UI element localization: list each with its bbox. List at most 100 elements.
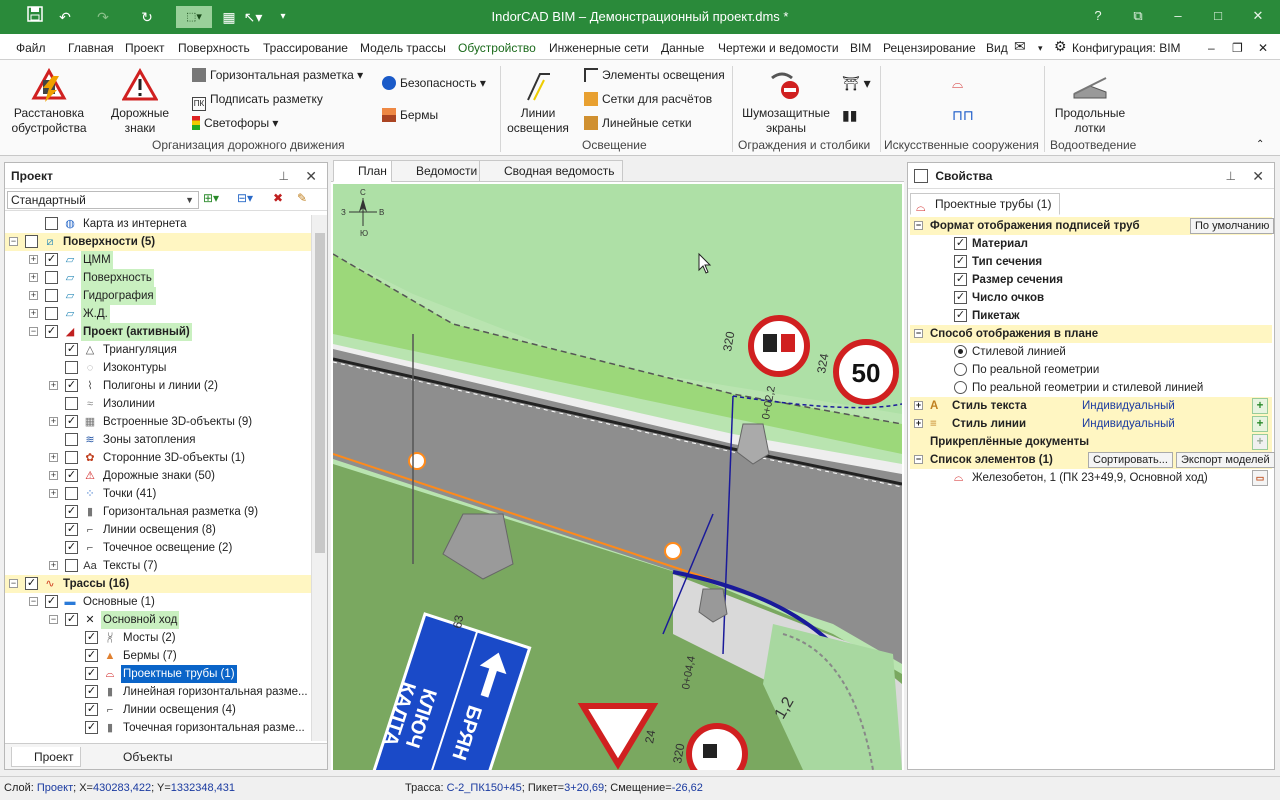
tree-row[interactable]: + ▱ Гидрография [5, 287, 311, 305]
minimize-icon[interactable]: – [1158, 0, 1198, 32]
menu-review[interactable]: Рецензирование [883, 41, 976, 55]
tree-checkbox[interactable] [25, 235, 38, 248]
overtaking-sign-lower[interactable] [686, 723, 748, 770]
delete-layer-icon[interactable]: ✖ [273, 191, 283, 205]
checkbox-material[interactable]: ✓ [954, 237, 967, 250]
tree-checkbox[interactable] [65, 397, 78, 410]
horizontal-marking-button[interactable]: Горизонтальная разметка ▾ [192, 66, 363, 84]
radio-button[interactable] [954, 363, 967, 376]
tree-checkbox[interactable]: ✓ [85, 649, 98, 662]
tab-project-pipes[interactable]: ⌓ Проектные трубы (1) [910, 193, 1061, 215]
expand-toggle[interactable]: + [29, 309, 38, 318]
add-text-style-icon[interactable]: + [1252, 398, 1268, 414]
collapse-toggle[interactable]: − [914, 329, 923, 338]
tree-checkbox[interactable] [45, 307, 58, 320]
expand-toggle[interactable]: + [49, 471, 58, 480]
lighting-elements-button[interactable]: Элементы освещения [584, 66, 725, 84]
tree-checkbox[interactable]: ✓ [65, 505, 78, 518]
tree-row[interactable]: + ✓ ▦ Встроенные 3D-объекты (9) [5, 413, 311, 431]
text-style-value[interactable]: Индивидуальный [1082, 397, 1175, 415]
menu-data[interactable]: Данные [661, 41, 704, 55]
tree-row[interactable]: ✓ △ Триангуляция [5, 341, 311, 359]
radio-real-and-style[interactable]: По реальной геометрии и стилевой линией [910, 379, 1272, 397]
tree-checkbox[interactable]: ✓ [65, 523, 78, 536]
fence-icon[interactable]: ⛩ ▾ [842, 74, 871, 92]
tree-checkbox[interactable]: ✓ [65, 613, 78, 626]
tree-row[interactable]: ✓ ⩈ Мосты (2) [5, 629, 311, 647]
tree-row[interactable]: ✓ ⌐ Линии освещения (4) [5, 701, 311, 719]
expand-toggle[interactable]: + [29, 273, 38, 282]
menu-home[interactable]: Главная [68, 41, 114, 55]
collapse-ribbon-icon[interactable]: ⌃ [1256, 136, 1264, 154]
tree-row[interactable]: + ✓ ⚠ Дорожные знаки (50) [5, 467, 311, 485]
tree-row[interactable]: ≋ Зоны затопления [5, 431, 311, 449]
tree-row[interactable]: − ✓ ▬ Основные (1) [5, 593, 311, 611]
collapse-toggle[interactable]: − [9, 237, 18, 246]
sort-button[interactable]: Сортировать... [1088, 452, 1173, 468]
tree-row[interactable]: − ✓ ✕ Основной ход [5, 611, 311, 629]
expand-toggle[interactable]: + [49, 417, 58, 426]
tree-checkbox[interactable] [65, 433, 78, 446]
tree-checkbox[interactable]: ✓ [85, 721, 98, 734]
ribbon-minimize-icon[interactable]: – [1208, 41, 1215, 55]
tree-row[interactable]: + Aa Тексты (7) [5, 557, 311, 575]
radio-style-line[interactable]: Стилевой линией [910, 343, 1272, 361]
expand-toggle[interactable]: + [49, 381, 58, 390]
ribbon-options-icon[interactable]: ⧉ [1118, 0, 1158, 32]
tree-checkbox[interactable]: ✓ [65, 379, 78, 392]
collapse-toggle[interactable]: − [29, 597, 38, 606]
tree-row[interactable]: + ✓ ⌇ Полигоны и линии (2) [5, 377, 311, 395]
scrollbar-thumb[interactable] [315, 233, 325, 553]
maximize-icon[interactable]: □ [1198, 0, 1238, 32]
pin-icon[interactable]: ⊥ [279, 163, 289, 189]
add-line-style-icon[interactable]: + [1252, 416, 1268, 432]
tree-row[interactable]: ✓ ⌐ Точечное освещение (2) [5, 539, 311, 557]
collapse-toggle[interactable]: − [29, 327, 38, 336]
plan-canvas[interactable]: С Ю З В 50 БРЯН КЛЮЧ КАЛТА 320 324 0+02,… [333, 184, 902, 770]
tree-checkbox[interactable] [65, 451, 78, 464]
safety-button[interactable]: Безопасность ▾ [382, 74, 486, 92]
noise-screens-button[interactable]: Шумозащитные экраны [738, 68, 834, 136]
checkbox-openings[interactable]: ✓ [954, 291, 967, 304]
menu-view[interactable]: Вид [986, 41, 1008, 55]
lighting-lines-button[interactable]: Линии освещения [506, 68, 570, 136]
culvert-icon[interactable]: ⊓⊓ [952, 106, 974, 124]
help-icon[interactable]: ? [1078, 0, 1118, 32]
expand-toggle[interactable]: + [49, 489, 58, 498]
tree-checkbox[interactable]: ✓ [45, 253, 58, 266]
tree-checkbox[interactable] [65, 361, 78, 374]
placement-button[interactable]: Расстановка обустройства [10, 67, 88, 136]
tree-checkbox[interactable] [65, 559, 78, 572]
tab-project[interactable]: Проект [11, 747, 81, 767]
config-label[interactable]: Конфигурация: BIM [1072, 41, 1181, 55]
tree-row[interactable]: ≈ Изолинии [5, 395, 311, 413]
tree-checkbox[interactable] [45, 217, 58, 230]
menu-facilities[interactable]: Обустройство [458, 41, 536, 55]
tab-statements[interactable]: Ведомости [391, 160, 487, 182]
collapse-toggle[interactable]: − [49, 615, 58, 624]
tree-checkbox[interactable]: ✓ [65, 415, 78, 428]
tree-checkbox[interactable] [45, 271, 58, 284]
menu-drawings[interactable]: Чертежи и ведомости [718, 41, 839, 55]
bridge-struct-icon[interactable]: ⌓ [952, 74, 963, 92]
traffic-lights-button[interactable]: Светофоры ▾ [192, 114, 278, 132]
default-button[interactable]: По умолчанию [1190, 218, 1275, 234]
tab-plan[interactable]: План [333, 160, 396, 182]
tree-row[interactable]: + ⁘ Точки (41) [5, 485, 311, 503]
tree-checkbox[interactable]: ✓ [65, 469, 78, 482]
element-action-icon[interactable]: ▭ [1252, 470, 1268, 486]
expand-toggle[interactable]: + [49, 453, 58, 462]
tree-checkbox[interactable]: ✓ [85, 685, 98, 698]
expand-toggle[interactable]: + [914, 419, 923, 428]
tree-row[interactable]: − ✓ ◢ Проект (активный) [5, 323, 311, 341]
panel-close-icon[interactable]: ✕ [1252, 163, 1264, 189]
tree-checkbox[interactable]: ✓ [85, 631, 98, 644]
pin-icon[interactable]: ⊥ [1226, 163, 1236, 189]
sign-marking-button[interactable]: ПК Подписать разметку [192, 90, 323, 111]
tree-checkbox[interactable] [65, 487, 78, 500]
line-style-value[interactable]: Индивидуальный [1082, 415, 1175, 433]
tree-row[interactable]: + ✿ Сторонние 3D-объекты (1) [5, 449, 311, 467]
tree-checkbox[interactable]: ✓ [45, 325, 58, 338]
mail-icon[interactable]: ✉ [1014, 38, 1026, 55]
tree-row[interactable]: ✓ ▮ Точечная горизонтальная разме... [5, 719, 311, 737]
